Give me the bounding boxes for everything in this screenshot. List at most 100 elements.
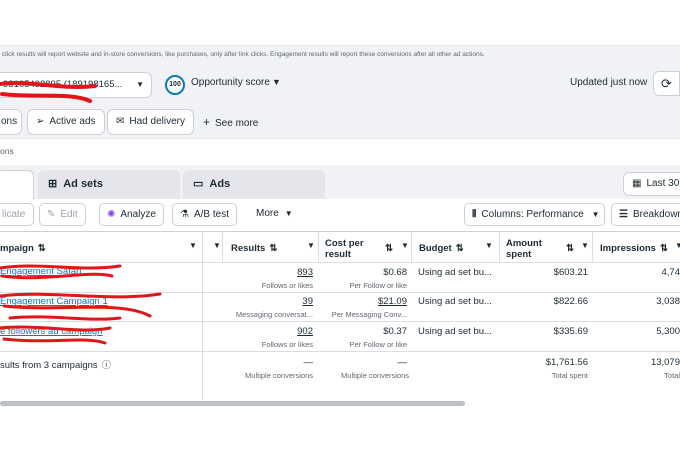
page-top-spacer [0, 0, 680, 45]
analyze-button[interactable]: ✺ Analyze [99, 203, 164, 226]
tab-ad-sets[interactable]: ⊞ Ad sets [38, 170, 180, 199]
cost-per-result-value: $0.68 [383, 267, 407, 278]
opportunity-score-label[interactable]: Opportunity score [191, 77, 270, 88]
tab-campaigns[interactable] [0, 170, 34, 199]
sort-icon[interactable]: ⇅ [566, 234, 580, 264]
date-range-picker[interactable]: ▦ Last 30 [623, 172, 680, 196]
cost-per-result-value[interactable]: $21.09 [340, 296, 407, 307]
tab-label: Ad sets [63, 178, 103, 190]
filter-chip-active-ads[interactable]: ➢ Active ads [27, 109, 105, 135]
account-selector[interactable]: 98165492895 (189198165... ▼ [0, 72, 152, 98]
tab-label: Ads [209, 178, 231, 190]
filter-chip-label: ons [1, 116, 18, 127]
chevron-down-icon[interactable]: ▼ [189, 241, 197, 250]
chevron-down-icon[interactable]: ▼ [401, 241, 409, 250]
column-header-campaign[interactable]: mpaign ⇅ [0, 234, 180, 264]
edit-label: Edit [60, 209, 78, 220]
horizontal-scrollbar[interactable] [0, 401, 465, 406]
filter-chip-had-delivery[interactable]: ✉ Had delivery [107, 109, 194, 135]
impressions-value: 5,300 [656, 326, 680, 337]
breakdown-button[interactable]: ☰ Breakdown [611, 203, 680, 226]
totals-label: sults from 3 campaigns ⓘ [0, 358, 111, 371]
cost-per-result-type: Per Messaging Conv... [331, 310, 407, 319]
column-header-label: Amount spent [506, 237, 542, 261]
sort-icon: ⇅ [269, 243, 278, 255]
results-type: Follows or likes [261, 340, 313, 349]
column-header-label: Results [231, 243, 266, 255]
budget-value[interactable]: Using ad set bu... [418, 296, 492, 307]
more-label: More [256, 208, 279, 219]
amount-spent-value: $335.69 [553, 326, 588, 337]
totals-spent-type: Total spent [551, 371, 588, 380]
column-divider [411, 232, 412, 263]
chevron-down-icon[interactable]: ▼ [581, 241, 589, 250]
budget-value[interactable]: Using ad set bu... [418, 326, 492, 337]
grid-icon: ⊞ [48, 178, 58, 190]
column-divider [592, 232, 593, 263]
chevron-down-icon[interactable]: ▼ [272, 77, 281, 87]
info-icon[interactable]: ⓘ [102, 360, 111, 370]
totals-spent-value: $1,761.56 [545, 357, 588, 368]
results-value[interactable]: 39 [262, 296, 313, 307]
campaign-name-link[interactable]: e followers ad campaign [0, 326, 170, 337]
send-icon: ➢ [36, 116, 45, 127]
date-range-label: Last 30 [646, 178, 680, 189]
column-header-amount-spent[interactable]: Amount spent [506, 234, 556, 264]
chevron-down-icon[interactable]: ▼ [675, 241, 680, 250]
duplicate-label: licate [2, 209, 26, 220]
amount-spent-value: $603.21 [553, 267, 588, 278]
analyze-label: Analyze [120, 209, 156, 220]
chevron-down-icon[interactable]: ▼ [485, 241, 493, 250]
impressions-value: 3,038 [656, 296, 680, 307]
row-divider [0, 351, 680, 352]
filter-chip-label: Active ads [49, 116, 96, 127]
results-value[interactable]: 902 [262, 326, 313, 337]
columns-button[interactable]: ⦀ Columns: Performance ▼ [464, 203, 605, 226]
chevron-down-icon: ▼ [284, 209, 293, 218]
totals-cost-type: Multiple conversions [341, 371, 409, 380]
amount-spent-value: $822.66 [553, 296, 588, 307]
column-header-results[interactable]: Results ⇅ [231, 234, 311, 264]
sort-icon: ⇅ [659, 243, 668, 255]
breadcrumb-bar [0, 138, 680, 165]
results-value[interactable]: 893 [262, 267, 313, 278]
breakdown-icon: ☰ [619, 209, 628, 220]
breakdown-label: Breakdown [632, 209, 680, 220]
refresh-button[interactable]: ⟳ [653, 71, 680, 96]
campaign-name-link[interactable]: Engagement Safari [0, 266, 170, 277]
column-divider [499, 232, 500, 263]
ad-icon: ▭ [193, 178, 204, 190]
row-divider [0, 292, 680, 293]
see-more-label: See more [215, 118, 259, 129]
updated-status: Updated just now [570, 77, 648, 88]
totals-results-type: Multiple conversions [245, 371, 313, 380]
sparkle-icon: ✺ [107, 209, 116, 220]
columns-label: Columns: Performance [481, 209, 584, 220]
column-header-cost-per-result[interactable]: Cost per result [325, 234, 380, 264]
duplicate-button[interactable]: licate [0, 203, 34, 226]
edit-button[interactable]: ✎ Edit [39, 203, 86, 226]
campaign-name-link[interactable]: Engagement Campaign 1 [0, 296, 170, 307]
breadcrumb[interactable]: ons [0, 146, 14, 156]
plus-icon: + [203, 115, 211, 129]
results-type: Messaging conversat... [235, 310, 313, 319]
cost-per-result-value: $0.37 [383, 326, 407, 337]
more-button[interactable]: More ▼ [256, 208, 293, 219]
row-divider [0, 262, 680, 263]
chevron-down-icon[interactable]: ▼ [213, 241, 221, 250]
column-header-budget[interactable]: Budget ⇅ [419, 234, 489, 264]
column-header-label: mpaign [0, 243, 34, 255]
budget-value[interactable]: Using ad set bu... [418, 267, 492, 278]
opportunity-score-badge[interactable]: 100 [165, 75, 185, 95]
filter-chip-partial[interactable]: ons [0, 109, 22, 135]
column-header-impressions[interactable]: Impressions ⇅ [600, 234, 680, 264]
tab-ads[interactable]: ▭ Ads [183, 170, 325, 199]
chevron-down-icon[interactable]: ▼ [307, 241, 315, 250]
totals-impressions-value: 13,079 [650, 357, 680, 368]
totals-cost-value: — [397, 357, 408, 368]
ab-test-button[interactable]: ⚗ A/B test [172, 203, 237, 226]
chevron-down-icon: ▼ [591, 210, 600, 219]
sort-icon: ⇅ [455, 243, 464, 255]
refresh-icon: ⟳ [661, 76, 672, 91]
see-more-button[interactable]: + See more [203, 115, 258, 129]
